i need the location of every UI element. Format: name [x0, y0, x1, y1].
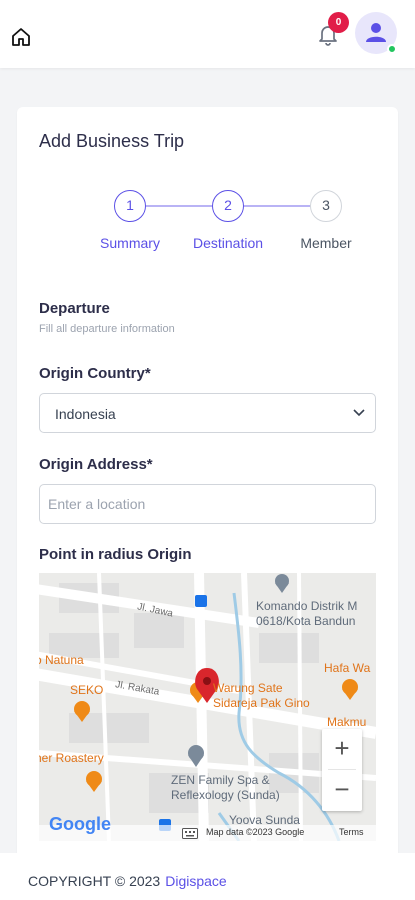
- map-zoom-controls: + −: [322, 729, 362, 811]
- map-place-roastery: ner Roastery: [39, 751, 104, 765]
- step-destination[interactable]: 2: [212, 190, 244, 222]
- step-number: 3: [322, 197, 330, 213]
- map-place-hafa: Hafa Wa: [324, 661, 371, 675]
- step-label-destination: Destination: [192, 235, 264, 251]
- page-footer: COPYRIGHT © 2023 Digispace: [0, 853, 415, 900]
- section-title: Departure: [39, 300, 110, 317]
- step-number: 1: [126, 197, 134, 213]
- step-summary[interactable]: 1: [114, 190, 146, 222]
- stepper-connector-1: [146, 205, 212, 207]
- section-subtitle: Fill all departure information: [39, 323, 175, 335]
- page-title: Add Business Trip: [39, 131, 185, 151]
- map-attribution: Map data ©2023 Google: [206, 827, 305, 837]
- footer-copyright: COPYRIGHT © 2023 Digispace: [28, 873, 227, 889]
- origin-address-label: Origin Address*: [39, 456, 153, 473]
- zoom-out-button[interactable]: −: [322, 770, 362, 810]
- origin-map[interactable]: Komando Distrik M 0618/Kota Bandun Jl. J…: [39, 573, 376, 841]
- map-place-makmur: Makmu: [327, 715, 367, 729]
- step-member[interactable]: 3: [310, 190, 342, 222]
- user-icon: [366, 23, 386, 42]
- map-place-warung-1: Warung Sate: [213, 681, 283, 695]
- home-button[interactable]: [10, 26, 32, 48]
- step-label-member: Member: [300, 235, 352, 251]
- home-icon: [12, 28, 30, 46]
- map-place-natuna: o Natuna: [39, 653, 84, 667]
- map-place-seko: SEKO: [70, 683, 104, 697]
- map-terms-link[interactable]: Terms: [339, 827, 364, 837]
- step-number: 2: [224, 197, 232, 213]
- origin-country-value: Indonesia: [55, 406, 116, 422]
- user-avatar[interactable]: [355, 12, 397, 54]
- zoom-in-button[interactable]: +: [322, 729, 362, 769]
- notification-badge: 0: [328, 12, 349, 33]
- online-status-dot: [387, 44, 397, 54]
- map-place-zen-1: ZEN Family Spa &: [171, 773, 270, 787]
- top-bar: 0: [0, 0, 415, 68]
- copyright-text: COPYRIGHT © 2023: [28, 873, 161, 889]
- origin-address-input[interactable]: [39, 484, 376, 524]
- map-place-warung-2: Sidareja Pak Gino: [213, 696, 310, 710]
- map-label: Point in radius Origin: [39, 546, 192, 563]
- step-label-summary: Summary: [100, 235, 160, 251]
- origin-country-select[interactable]: Indonesia: [39, 393, 376, 433]
- keyboard-shortcuts-icon[interactable]: [182, 828, 198, 839]
- add-trip-card: Add Business Trip 1 2 3 Summary Destinat…: [17, 107, 398, 867]
- map-place-komando-1: Komando Distrik M: [256, 599, 358, 613]
- stepper-connector-2: [244, 205, 310, 207]
- google-logo: Google: [49, 814, 111, 834]
- map-place-zen-2: Reflexology (Sunda): [171, 788, 280, 802]
- map-place-komando-2: 0618/Kota Bandun: [256, 614, 356, 628]
- chevron-down-icon: [353, 409, 365, 417]
- origin-country-label: Origin Country*: [39, 365, 151, 382]
- footer-brand-link[interactable]: Digispace: [165, 873, 226, 889]
